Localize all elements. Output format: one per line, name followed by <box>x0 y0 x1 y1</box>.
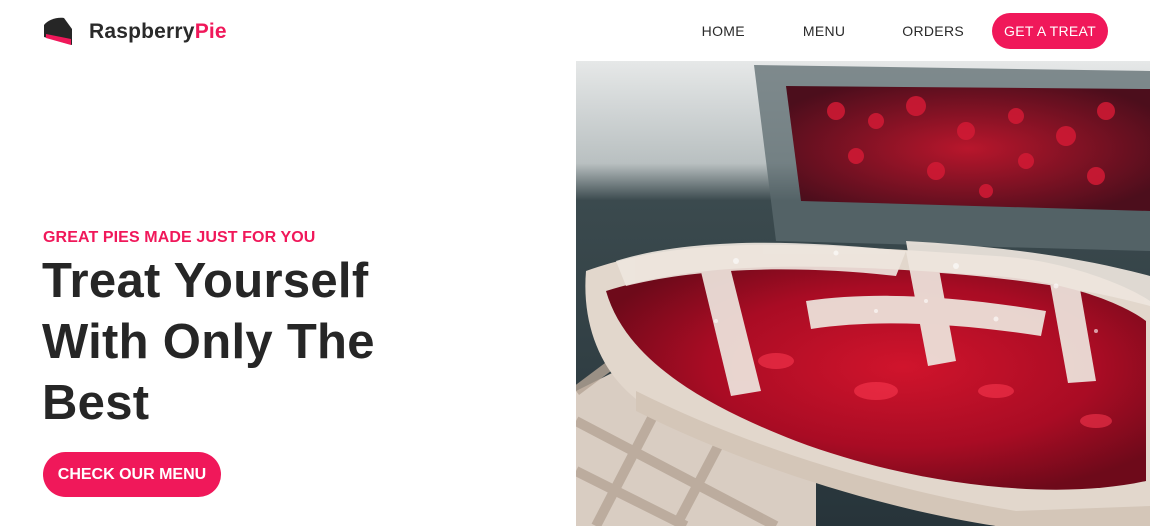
hero-pie-image <box>576 61 1150 526</box>
check-our-menu-button[interactable]: CHECK OUR MENU <box>43 452 221 497</box>
hero-headline: Treat Yourself With Only The Best <box>42 251 522 434</box>
brand-name-part2: Pie <box>194 20 227 43</box>
brand-logo[interactable]: RaspberryPie <box>42 17 227 47</box>
headline-line-2: With Only The <box>42 315 375 369</box>
hero-eyebrow: GREAT PIES MADE JUST FOR YOU <box>43 229 316 246</box>
nav-link-home[interactable]: HOME <box>702 23 745 39</box>
pie-slice-icon <box>44 17 72 45</box>
headline-line-1: Treat Yourself <box>42 254 369 308</box>
nav-link-orders[interactable]: ORDERS <box>902 23 964 39</box>
main-nav: HOME MENU ORDERS GET A TREAT <box>702 13 1108 49</box>
headline-line-3: Best <box>42 376 150 430</box>
get-a-treat-button[interactable]: GET A TREAT <box>992 13 1108 49</box>
brand-name: RaspberryPie <box>89 20 227 44</box>
brand-name-part1: Raspberry <box>89 20 195 43</box>
raspberry-pie-illustration <box>576 61 1150 526</box>
nav-link-menu[interactable]: MENU <box>803 23 845 39</box>
